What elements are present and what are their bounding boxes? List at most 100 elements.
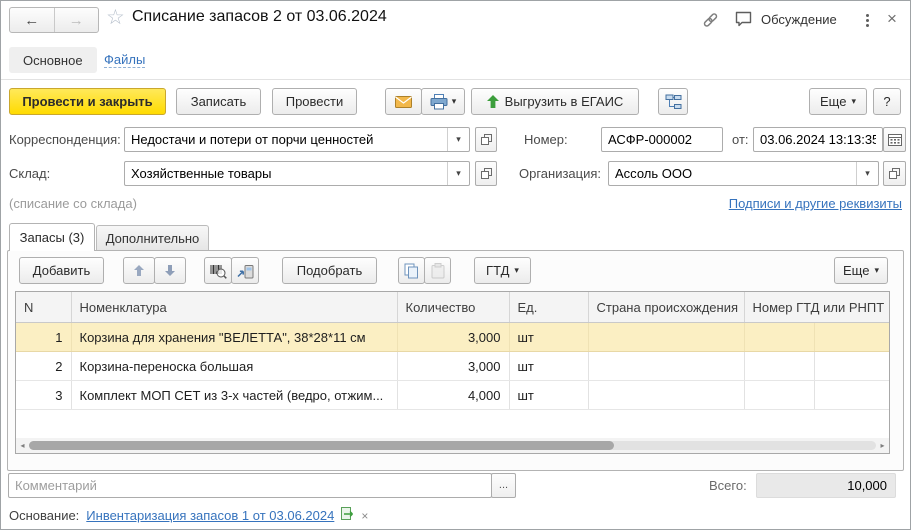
get-link-button[interactable] [701,11,720,32]
post-and-close-button[interactable]: Провести и закрыть [9,88,166,115]
total-value: 10,000 [756,473,896,498]
comment-expand-button[interactable]: ... [491,473,516,498]
cell-n[interactable]: 1 [16,323,71,352]
cell-rnpt[interactable] [814,381,889,410]
favorite-star-icon[interactable]: ☆ [106,5,125,30]
send-mail-button[interactable] [385,88,422,115]
gtd-button[interactable]: ГТД ▾ [474,257,531,284]
date-input[interactable] [754,128,882,151]
cell-nomenclature[interactable]: Комплект МОП СЕТ из 3-х частей (ведро, о… [71,381,397,410]
back-arrow-icon: ← [24,12,39,29]
cell-n[interactable]: 3 [16,381,71,410]
tab-files[interactable]: Файлы [104,52,145,68]
more-menu-button[interactable] [862,12,872,29]
basis-clear-button[interactable]: × [361,510,368,522]
cell-rnpt[interactable] [814,352,889,381]
basis-link[interactable]: Инвентаризация запасов 1 от 03.06.2024 [86,508,334,523]
close-button[interactable]: × [887,9,897,29]
cell-gtd[interactable] [744,381,814,410]
organization-open-button[interactable] [883,161,906,186]
discussion-bubble-icon [734,10,754,28]
move-up-button[interactable] [123,257,155,284]
cell-nomenclature[interactable]: Корзина для хранения "ВЕЛЕТТА", 38*28*11… [71,323,397,352]
organization-dropdown-button[interactable]: ▾ [856,162,878,185]
page-title: Списание запасов 2 от 03.06.2024 [132,8,387,26]
column-header-n: N [16,292,71,323]
more-label: Еще [820,94,846,109]
horizontal-scrollbar[interactable]: ◂ ▸ [16,438,889,453]
signatures-link[interactable]: Подписи и другие реквизиты [729,196,902,211]
scrollbar-thumb[interactable] [29,441,614,450]
more-button[interactable]: Еще ▾ [809,88,867,115]
basis-row: Основание: Инвентаризация запасов 1 от 0… [9,507,368,524]
basis-open-button[interactable] [341,507,354,524]
warehouse-label: Склад: [9,166,50,181]
document-window: ← → ☆ Списание запасов 2 от 03.06.2024 О… [0,0,911,530]
cell-quantity[interactable]: 3,000 [397,323,509,352]
print-button[interactable]: ▾ [421,88,465,115]
post-button[interactable]: Провести [272,88,357,115]
correspondence-field: ▾ [124,127,470,152]
cell-quantity[interactable]: 3,000 [397,352,509,381]
help-button[interactable]: ? [873,88,901,115]
cell-rnpt[interactable] [814,323,889,352]
discussion-button[interactable]: Обсуждение [734,10,837,28]
warehouse-open-button[interactable] [475,161,497,186]
table-row[interactable]: 3 Комплект МОП СЕТ из 3-х частей (ведро,… [16,381,889,410]
table-row[interactable]: 1 Корзина для хранения "ВЕЛЕТТА", 38*28*… [16,323,889,352]
tab-inventory[interactable]: Запасы (3) [9,223,95,251]
forward-arrow-icon: → [69,12,84,29]
copy-icon [404,263,419,279]
cell-country[interactable] [588,323,744,352]
scrollbar-track[interactable] [29,441,876,450]
number-input[interactable] [602,128,722,151]
gtd-label: ГТД [486,263,509,278]
pick-items-button[interactable]: Подобрать [282,257,377,284]
cell-gtd[interactable] [744,352,814,381]
organization-input[interactable] [609,162,856,185]
warehouse-field: ▾ [124,161,470,186]
column-header-quantity: Количество [397,292,509,323]
table-header-row: N Номенклатура Количество Ед. Страна про… [16,292,889,323]
cell-country[interactable] [588,352,744,381]
copy-rows-button[interactable] [398,257,425,284]
total-label: Всего: [709,478,747,493]
back-button[interactable]: ← [10,8,55,32]
scroll-right-arrow-icon[interactable]: ▸ [876,441,889,450]
history-nav-group: ← → [9,7,99,33]
comment-input[interactable] [9,474,491,497]
scroll-left-arrow-icon[interactable]: ◂ [16,441,29,450]
data-terminal-button[interactable] [231,257,259,284]
warehouse-dropdown-button[interactable]: ▾ [447,162,469,185]
correspondence-open-button[interactable] [475,127,497,152]
cell-quantity[interactable]: 4,000 [397,381,509,410]
correspondence-dropdown-button[interactable]: ▾ [447,128,469,151]
tab-main[interactable]: Основное [9,47,97,73]
barcode-scan-button[interactable] [204,257,232,284]
paste-rows-button[interactable] [424,257,451,284]
cell-gtd[interactable] [744,323,814,352]
cell-nomenclature[interactable]: Корзина-переноска большая [71,352,397,381]
save-button[interactable]: Записать [176,88,261,115]
comment-field [8,473,492,498]
warehouse-input[interactable] [125,162,447,185]
cell-unit[interactable]: шт [509,352,588,381]
table-more-button[interactable]: Еще ▾ [834,257,888,284]
cell-unit[interactable]: шт [509,323,588,352]
move-down-button[interactable] [154,257,186,284]
forward-button[interactable]: → [55,8,99,32]
table-more-caret-icon: ▾ [874,266,879,275]
correspondence-input[interactable] [125,128,447,151]
move-up-icon [133,264,145,277]
tab-additional[interactable]: Дополнительно [96,225,209,250]
cell-n[interactable]: 2 [16,352,71,381]
add-row-button[interactable]: Добавить [19,257,104,284]
cell-unit[interactable]: шт [509,381,588,410]
related-documents-button[interactable] [658,88,688,115]
egais-upload-button[interactable]: Выгрузить в ЕГАИС [471,88,639,115]
date-calendar-button[interactable] [883,127,906,152]
chevron-down-icon: ▾ [456,134,461,145]
table-row[interactable]: 2 Корзина-переноска большая 3,000 шт [16,352,889,381]
number-field [601,127,723,152]
cell-country[interactable] [588,381,744,410]
